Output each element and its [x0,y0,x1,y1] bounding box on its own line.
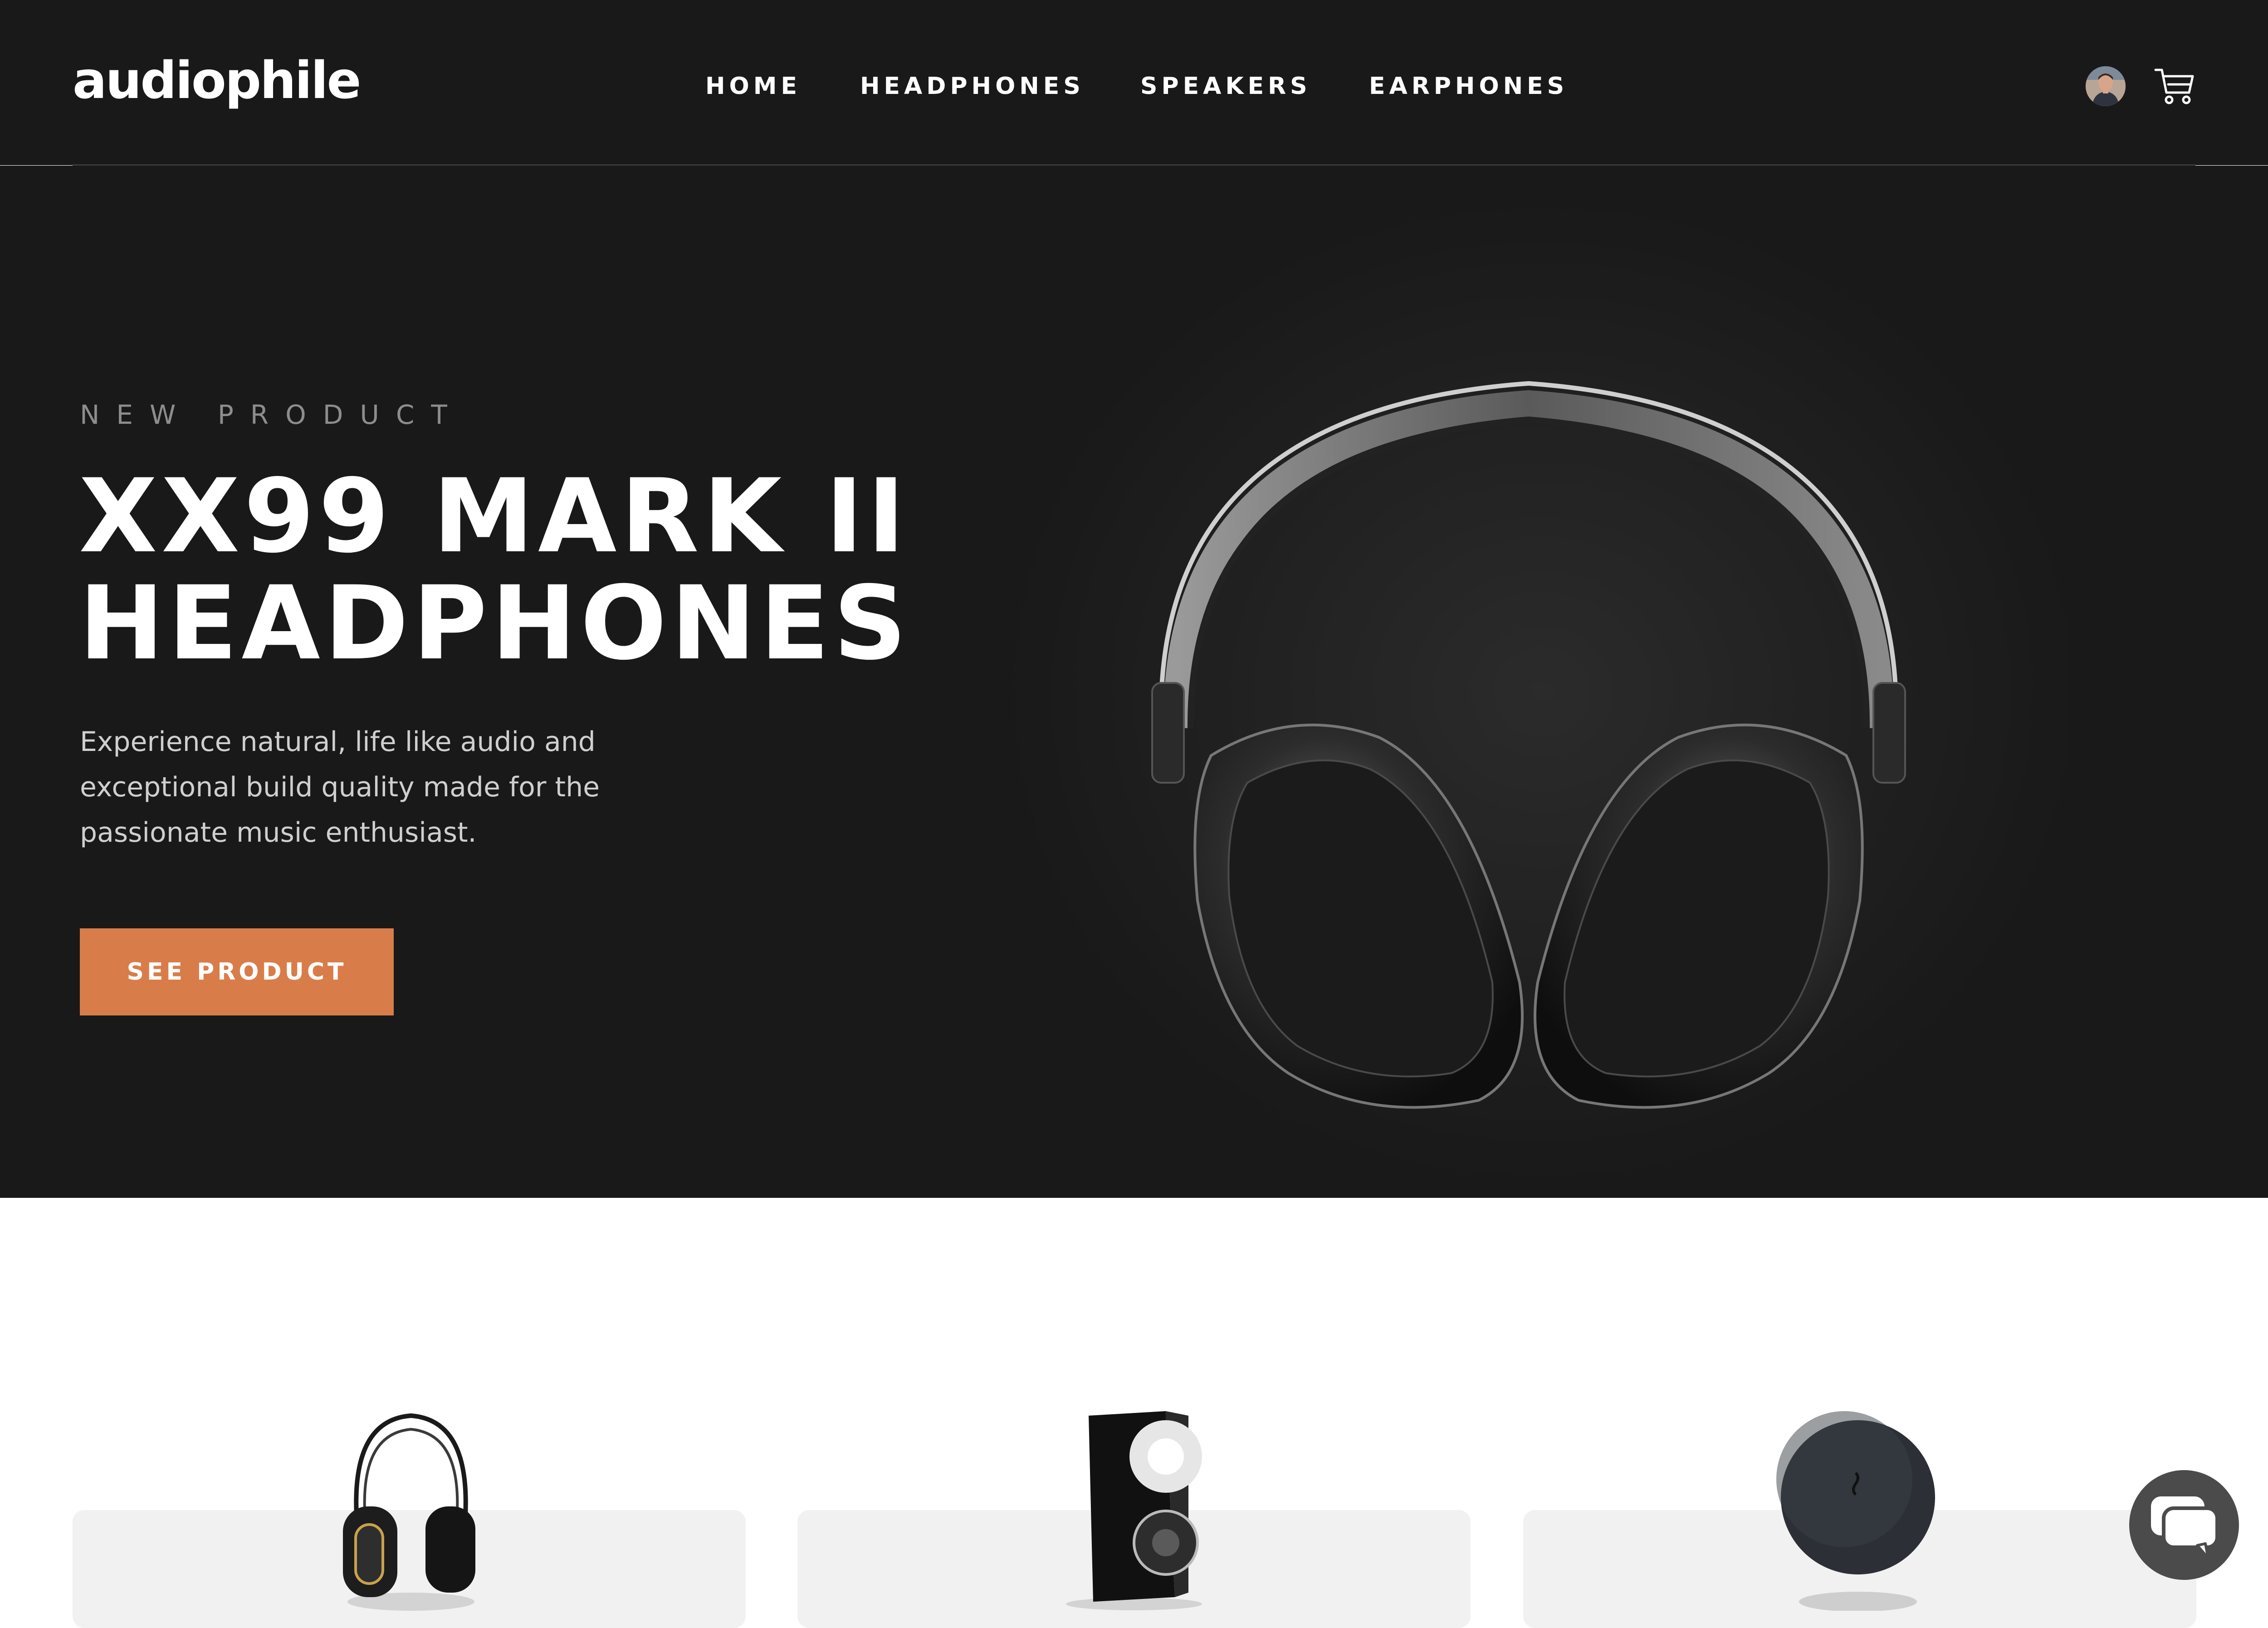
main-nav: HOME HEADPHONES SPEAKERS EARPHONES [0,73,2268,100]
hero-description: Experience natural, life like audio and … [80,719,660,855]
hero-title: XX99 MARK II HEADPHONES [79,463,1077,677]
hero-overline: NEW PRODUCT [80,399,464,430]
hero-description-line: Experience natural, life like audio and [80,726,596,758]
see-product-button[interactable]: SEE PRODUCT [80,928,394,1015]
hero-description-line: passionate music enthusiast. [80,817,477,848]
hero-section: NEW PRODUCT XX99 MARK II HEADPHONES Expe… [0,166,2268,1198]
avatar-image [2086,66,2126,106]
user-avatar[interactable] [2086,66,2126,106]
hero-title-line: HEADPHONES [79,564,911,682]
nav-link-headphones[interactable]: HEADPHONES [860,73,1085,100]
hero-description-line: exceptional build quality made for the [80,771,600,803]
chat-icon [2151,1496,2219,1559]
headphones-hero-image [1151,381,1906,1109]
earphones-case-thumbnail [1776,1411,1935,1611]
site-header: audiophile HOME HEADPHONES SPEAKERS EARP… [0,0,2268,166]
chat-widget-button[interactable] [2129,1470,2239,1580]
speaker-thumbnail [1066,1411,1202,1610]
cart-icon[interactable] [2153,64,2196,107]
headphones-thumbnail [343,1413,475,1611]
nav-link-home[interactable]: HOME [705,73,801,100]
nav-link-earphones[interactable]: EARPHONES [1369,73,1568,100]
hero-title-line: XX99 MARK II [79,457,909,575]
nav-link-speakers[interactable]: SPEAKERS [1140,73,1311,100]
